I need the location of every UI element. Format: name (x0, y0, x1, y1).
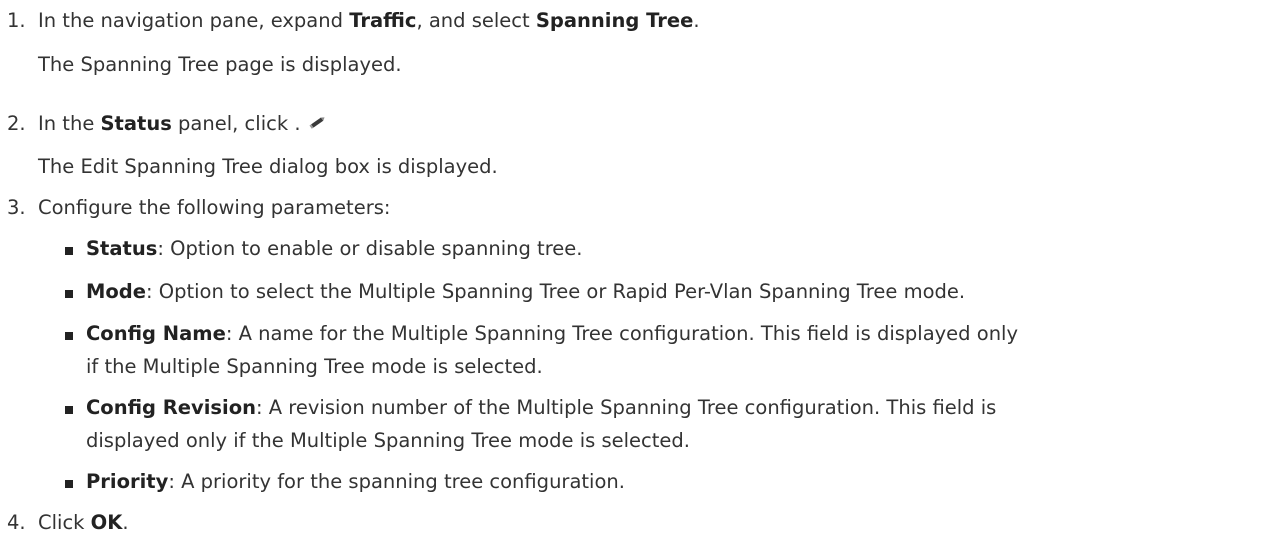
bullet (65, 247, 73, 255)
step-text: In the navigation pane, expand Traffic, … (38, 9, 700, 32)
param-name: Config Name (86, 322, 226, 345)
param-desc: : Option to select the Multiple Spanning… (146, 280, 966, 303)
param-name: Mode (86, 280, 146, 303)
text: , and select (416, 9, 536, 32)
bullet (65, 332, 73, 340)
step-1-result: The Spanning Tree page is displayed. (38, 53, 402, 76)
ui-term-status: Status (100, 112, 172, 135)
text: Click (38, 511, 91, 534)
param-name: Priority (86, 470, 169, 493)
step-number: 4. (7, 511, 26, 534)
step-number: 1. (7, 9, 26, 32)
step-text: Click OK. (38, 511, 129, 534)
text: In the (38, 112, 101, 135)
edit-pencil-icon (309, 112, 327, 135)
param-desc: : A revision number of the Multiple Span… (256, 396, 997, 419)
step-text: Configure the following parameters: (38, 196, 391, 219)
ui-term-spanning-tree: Spanning Tree (535, 9, 694, 32)
bullet (65, 406, 73, 414)
param-desc-continued: if the Multiple Spanning Tree mode is se… (86, 355, 543, 378)
param-text: Mode: Option to select the Multiple Span… (86, 280, 965, 303)
step-number: 2. (7, 112, 26, 135)
param-desc: : A name for the Multiple Spanning Tree … (225, 322, 1019, 345)
param-desc: : A priority for the spanning tree confi… (168, 470, 625, 493)
param-name: Config Revision (86, 396, 256, 419)
param-desc: : Option to enable or disable spanning t… (157, 237, 583, 260)
ui-term-traffic: Traffic (349, 9, 417, 32)
text: panel, click . (171, 112, 301, 135)
bullet (65, 480, 73, 488)
step-number: 3. (7, 196, 26, 219)
param-text: Config Revision: A revision number of th… (86, 396, 996, 419)
bullet (65, 290, 73, 298)
text: . (693, 9, 700, 32)
text: . (122, 511, 129, 534)
procedure: 1. In the navigation pane, expand Traffi… (0, 0, 1273, 548)
param-desc-continued: displayed only if the Multiple Spanning … (86, 429, 690, 452)
param-text: Status: Option to enable or disable span… (86, 237, 583, 260)
param-text: Priority: A priority for the spanning tr… (86, 470, 625, 493)
param-text: Config Name: A name for the Multiple Spa… (86, 322, 1018, 345)
param-name: Status (86, 237, 158, 260)
text: In the navigation pane, expand (38, 9, 350, 32)
ui-term-ok: OK (90, 511, 123, 534)
step-text: In the Status panel, click . (38, 112, 327, 135)
step-2-result: The Edit Spanning Tree dialog box is dis… (38, 155, 498, 178)
